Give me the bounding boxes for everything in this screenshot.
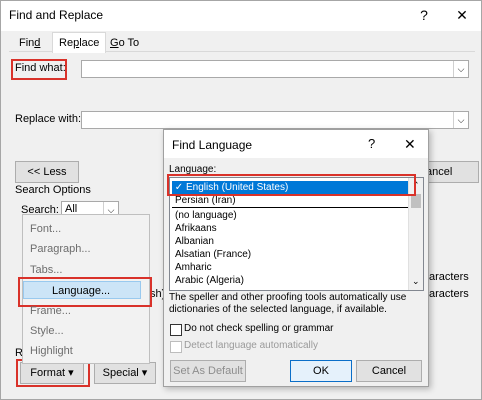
dialog-cancel-button[interactable]: Cancel: [356, 360, 422, 382]
list-item[interactable]: Arabic (Algeria): [172, 274, 411, 287]
tab-go-to[interactable]: Go To: [104, 35, 145, 51]
menu-item-paragraph[interactable]: Paragraph...: [30, 240, 140, 258]
dialog-close-button[interactable]: ✕: [404, 136, 416, 153]
do-not-check-label: Do not check spelling or grammar: [184, 323, 334, 334]
chevron-down-icon[interactable]: ⌵: [453, 112, 468, 128]
search-options-heading: Search Options: [15, 184, 91, 196]
cancel-button[interactable]: ancel: [421, 161, 479, 183]
menu-item-highlight[interactable]: Highlight: [30, 342, 140, 360]
detect-language-checkbox[interactable]: [170, 341, 182, 353]
find-what-input[interactable]: ⌵: [81, 60, 469, 78]
detect-language-label: Detect language automatically: [184, 340, 318, 351]
window-title: Find and Replace: [9, 8, 104, 22]
do-not-check-checkbox[interactable]: [170, 324, 182, 336]
title-bar: Find and Replace ? ✕: [1, 1, 481, 31]
replace-with-input[interactable]: ⌵: [81, 111, 469, 129]
dialog-title-bar: Find Language ? ✕: [164, 130, 428, 158]
menu-item-font[interactable]: Font...: [30, 220, 140, 238]
less-button[interactable]: << Less: [15, 161, 79, 183]
find-language-dialog: Find Language ? ✕ Language: ✓ English (Un…: [163, 129, 429, 387]
list-separator: [172, 207, 408, 208]
partial-label-characters-2: aracters: [429, 288, 469, 300]
scroll-down-icon[interactable]: ⌄: [412, 276, 420, 287]
tab-replace[interactable]: Replace: [52, 32, 107, 53]
special-button[interactable]: Special ▾: [94, 362, 156, 384]
partial-label-characters-1: aracters: [429, 271, 469, 283]
set-as-default-button[interactable]: Set As Default: [170, 360, 246, 382]
dialog-title: Find Language: [172, 138, 253, 152]
menu-item-frame[interactable]: Frame...: [30, 302, 140, 320]
proofing-note: The speller and other proofing tools aut…: [169, 292, 407, 315]
selected-language-highlight: [167, 174, 416, 196]
list-item[interactable]: Amharic: [172, 261, 411, 274]
chevron-down-icon[interactable]: ⌵: [453, 61, 468, 77]
ok-button[interactable]: OK: [290, 360, 352, 382]
find-what-label: Find what:: [15, 62, 66, 74]
replace-with-label: Replace with:: [15, 113, 82, 125]
scrollbar-thumb[interactable]: [411, 194, 421, 208]
list-item[interactable]: Albanian: [172, 235, 411, 248]
list-item[interactable]: Alsatian (France): [172, 248, 411, 261]
menu-item-style[interactable]: Style...: [30, 322, 140, 340]
menu-item-language[interactable]: Language...: [23, 281, 141, 299]
help-button[interactable]: ?: [413, 5, 435, 25]
dialog-help-button[interactable]: ?: [368, 136, 375, 151]
close-button[interactable]: ✕: [451, 5, 473, 25]
list-item[interactable]: (no language): [172, 209, 411, 222]
format-button[interactable]: Format ▾: [20, 362, 84, 384]
list-item[interactable]: Afrikaans: [172, 222, 411, 235]
tab-find[interactable]: Find: [13, 35, 46, 51]
